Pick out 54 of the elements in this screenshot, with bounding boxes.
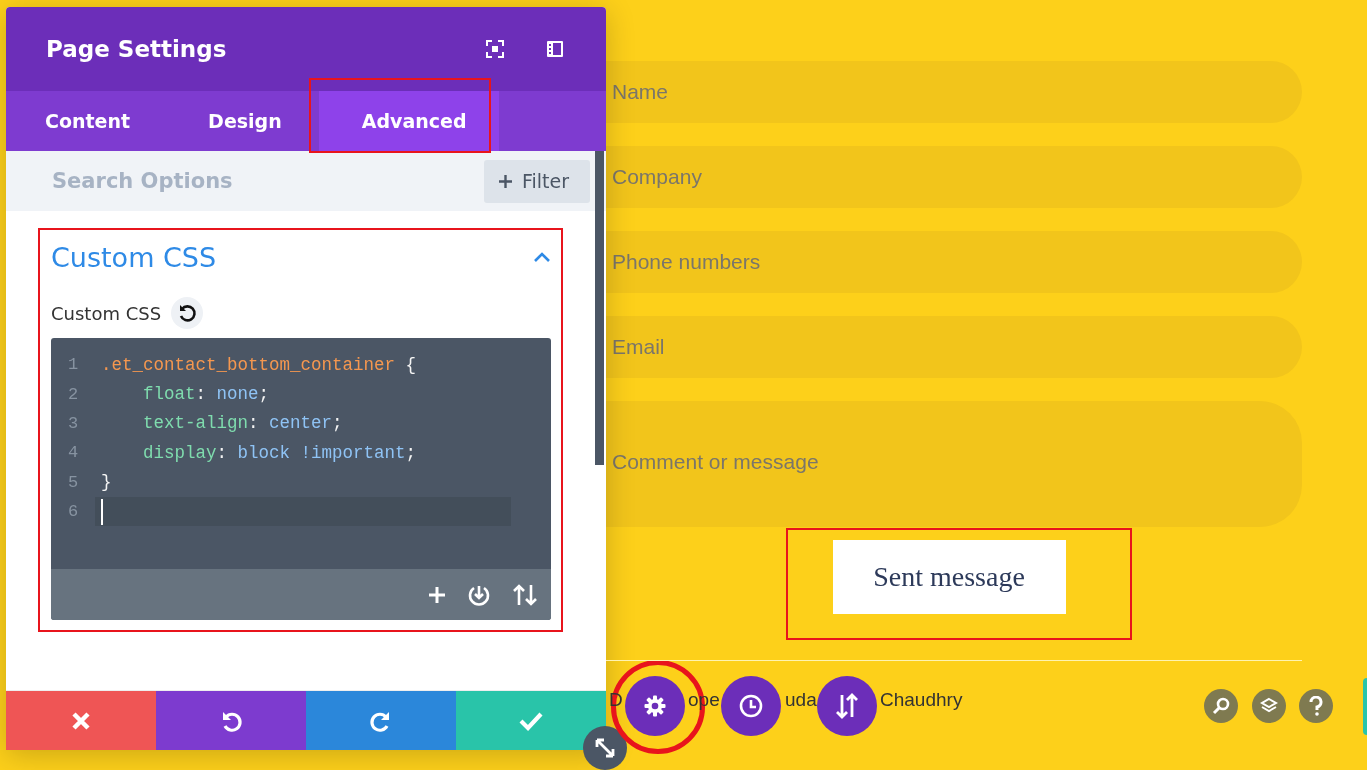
search-button[interactable]: [1204, 689, 1238, 723]
input-field[interactable]: Company: [606, 146, 1302, 208]
fullscreen-icon[interactable]: [486, 40, 504, 58]
sidebar-icon[interactable]: [546, 40, 564, 58]
tab[interactable]: Design: [169, 91, 321, 151]
input-field[interactable]: Email: [606, 316, 1302, 378]
layers-button[interactable]: [1252, 689, 1286, 723]
line-number: 4: [66, 443, 80, 463]
sort-icon: [835, 693, 859, 719]
resize-icon: [594, 737, 616, 759]
chevron-icon[interactable]: [533, 251, 551, 263]
line-number: 6: [66, 502, 80, 522]
clock-icon: [739, 694, 763, 718]
code-line: .et_contact_bottom_container {: [101, 354, 417, 375]
send-button[interactable]: Sent message: [832, 540, 1066, 614]
tab[interactable]: Advanced: [318, 91, 499, 151]
panel-title: Page Settings: [46, 36, 228, 62]
close-icon: [71, 710, 91, 731]
settings-icon: [644, 695, 666, 717]
line-number: 5: [66, 472, 80, 492]
reset-icon[interactable]: [171, 297, 204, 329]
code-editor[interactable]: 1 .et_contact_bottom_container { 2 float: none; 3 text-align: center; 4 display: block !important; 5 } 6: [51, 338, 551, 620]
plus-icon: [498, 173, 513, 189]
line-number: 1: [66, 355, 80, 375]
portability-button[interactable]: [817, 676, 877, 736]
line-number: 2: [66, 384, 80, 404]
sort-icon[interactable]: [511, 582, 539, 607]
save-button[interactable]: [456, 691, 606, 750]
line-number: 3: [66, 413, 80, 433]
resize-button[interactable]: [583, 726, 627, 770]
plus-icon[interactable]: [427, 584, 447, 605]
footer-text: uda: [785, 689, 818, 711]
search-icon: [1212, 697, 1230, 715]
check-icon: [519, 710, 543, 731]
tab[interactable]: Content: [6, 91, 170, 151]
layers-icon: [1260, 697, 1278, 715]
code-line: float: none;: [142, 384, 270, 405]
code-line: text-align: center;: [142, 413, 343, 434]
section-title[interactable]: Custom CSS: [51, 241, 217, 273]
help-icon: [1309, 696, 1323, 716]
scrollbar[interactable]: [595, 151, 604, 465]
code-line: display: block !important;: [142, 442, 417, 463]
code-line: }: [101, 472, 112, 493]
text-cursor: [101, 498, 103, 525]
settings-button[interactable]: [625, 676, 685, 736]
help-button[interactable]: [1299, 689, 1333, 723]
filter-button[interactable]: Filter: [484, 159, 590, 203]
input-field[interactable]: Name: [606, 61, 1302, 123]
input-field[interactable]: Phone numbers: [606, 231, 1302, 293]
footer-text: Chaudhry: [880, 689, 963, 711]
message-field[interactable]: Comment or message: [606, 401, 1302, 527]
field-label: Custom CSS: [51, 302, 162, 324]
history-button[interactable]: [721, 676, 781, 736]
search-field[interactable]: Search Options: [6, 151, 484, 211]
